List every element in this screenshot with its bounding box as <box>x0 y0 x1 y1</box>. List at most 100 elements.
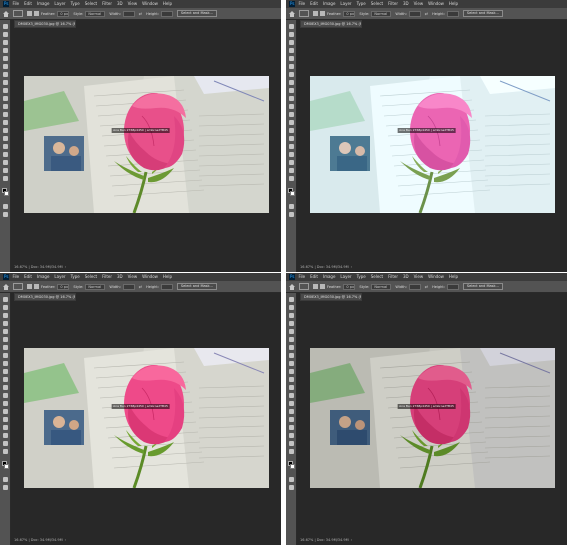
screen-mode-icon[interactable] <box>3 485 8 490</box>
width-field[interactable] <box>408 10 421 17</box>
history-brush-tool-icon[interactable] <box>289 369 294 374</box>
stamp-tool-icon[interactable] <box>289 361 294 366</box>
brush-tool-icon[interactable] <box>289 80 294 85</box>
background-color-swatch[interactable] <box>4 464 9 469</box>
menu-window[interactable]: Window <box>428 0 444 8</box>
type-tool-icon[interactable] <box>3 417 8 422</box>
crop-tool-icon[interactable] <box>3 329 8 334</box>
dodge-tool-icon[interactable] <box>3 401 8 406</box>
image-canvas[interactable] <box>310 348 555 488</box>
gradient-tool-icon[interactable] <box>3 112 8 117</box>
status-arrow-icon[interactable]: › <box>65 265 66 269</box>
type-tool-icon[interactable] <box>289 417 294 422</box>
menu-filter[interactable]: Filter <box>388 273 398 281</box>
screen-mode-icon[interactable] <box>3 212 8 217</box>
stamp-tool-icon[interactable] <box>289 88 294 93</box>
type-tool-icon[interactable] <box>289 144 294 149</box>
healing-tool-icon[interactable] <box>3 72 8 77</box>
dodge-tool-icon[interactable] <box>289 401 294 406</box>
crop-tool-icon[interactable] <box>289 56 294 61</box>
menu-type[interactable]: Type <box>71 273 80 281</box>
blur-tool-icon[interactable] <box>3 120 8 125</box>
new-selection-icon[interactable] <box>313 11 318 16</box>
add-selection-icon[interactable] <box>34 11 39 16</box>
add-selection-icon[interactable] <box>320 11 325 16</box>
menu-image[interactable]: Image <box>323 0 336 8</box>
menu-image[interactable]: Image <box>323 273 336 281</box>
move-tool-icon[interactable] <box>289 297 294 302</box>
quick-mask-icon[interactable] <box>289 204 294 209</box>
hand-tool-icon[interactable] <box>289 168 294 173</box>
status-arrow-icon[interactable]: › <box>351 265 352 269</box>
path-select-tool-icon[interactable] <box>3 152 8 157</box>
brush-tool-icon[interactable] <box>3 80 8 85</box>
background-color-swatch[interactable] <box>290 191 295 196</box>
new-selection-icon[interactable] <box>27 11 32 16</box>
style-select[interactable]: Normal <box>371 10 392 17</box>
menu-layer[interactable]: Layer <box>54 273 65 281</box>
dodge-tool-icon[interactable] <box>3 128 8 133</box>
menu-file[interactable]: File <box>298 0 305 8</box>
type-tool-icon[interactable] <box>3 144 8 149</box>
select-and-mask-button[interactable]: Select and Mask... <box>462 10 503 17</box>
menu-layer[interactable]: Layer <box>340 0 351 8</box>
eyedropper-tool-icon[interactable] <box>289 64 294 69</box>
swap-icon[interactable]: ⇄ <box>425 284 428 289</box>
menu-view[interactable]: View <box>128 273 138 281</box>
select-and-mask-button[interactable]: Select and Mask... <box>176 10 217 17</box>
healing-tool-icon[interactable] <box>3 345 8 350</box>
blur-tool-icon[interactable] <box>3 393 8 398</box>
add-selection-icon[interactable] <box>320 284 325 289</box>
feather-field[interactable]: 0 px <box>343 10 356 17</box>
select-and-mask-button[interactable]: Select and Mask... <box>462 283 503 290</box>
menu-select[interactable]: Select <box>85 273 97 281</box>
pen-tool-icon[interactable] <box>3 409 8 414</box>
menu-select[interactable]: Select <box>371 0 383 8</box>
hand-tool-icon[interactable] <box>289 441 294 446</box>
gradient-tool-icon[interactable] <box>289 385 294 390</box>
menu-type[interactable]: Type <box>357 273 366 281</box>
quick-select-tool-icon[interactable] <box>3 48 8 53</box>
new-selection-icon[interactable] <box>313 284 318 289</box>
hand-tool-icon[interactable] <box>3 168 8 173</box>
lasso-tool-icon[interactable] <box>3 313 8 318</box>
menu-select[interactable]: Select <box>85 0 97 8</box>
feather-field[interactable]: 0 px <box>57 10 70 17</box>
menu-view[interactable]: View <box>414 0 424 8</box>
history-brush-tool-icon[interactable] <box>3 96 8 101</box>
path-select-tool-icon[interactable] <box>3 425 8 430</box>
menu-view[interactable]: View <box>414 273 424 281</box>
home-icon[interactable] <box>3 10 9 17</box>
menu-help[interactable]: Help <box>163 0 172 8</box>
eyedropper-tool-icon[interactable] <box>3 337 8 342</box>
marquee-tool-icon[interactable] <box>289 32 294 37</box>
style-select[interactable]: Normal <box>85 283 106 290</box>
quick-select-tool-icon[interactable] <box>3 321 8 326</box>
move-tool-icon[interactable] <box>3 24 8 29</box>
stamp-tool-icon[interactable] <box>3 88 8 93</box>
menu-type[interactable]: Type <box>71 0 80 8</box>
style-select[interactable]: Normal <box>371 283 392 290</box>
document-tab[interactable]: DM0EX3_IMG030.jpg @ 16.7% (RGB/8) * <box>300 293 362 301</box>
home-icon[interactable] <box>289 283 295 290</box>
background-color-swatch[interactable] <box>290 464 295 469</box>
shape-tool-icon[interactable] <box>289 160 294 165</box>
home-icon[interactable] <box>3 283 9 290</box>
menu-image[interactable]: Image <box>37 0 50 8</box>
lasso-tool-icon[interactable] <box>3 40 8 45</box>
eraser-tool-icon[interactable] <box>289 104 294 109</box>
path-select-tool-icon[interactable] <box>289 425 294 430</box>
menu-edit[interactable]: Edit <box>24 273 32 281</box>
shape-tool-icon[interactable] <box>3 160 8 165</box>
quick-select-tool-icon[interactable] <box>289 321 294 326</box>
marquee-tool-icon[interactable] <box>13 283 23 290</box>
blur-tool-icon[interactable] <box>289 393 294 398</box>
menu-3d[interactable]: 3D <box>403 0 409 8</box>
history-brush-tool-icon[interactable] <box>3 369 8 374</box>
quick-mask-icon[interactable] <box>3 204 8 209</box>
menu-file[interactable]: File <box>12 273 19 281</box>
gradient-tool-icon[interactable] <box>3 385 8 390</box>
marquee-tool-icon[interactable] <box>289 305 294 310</box>
hand-tool-icon[interactable] <box>3 441 8 446</box>
height-field[interactable] <box>446 283 459 290</box>
